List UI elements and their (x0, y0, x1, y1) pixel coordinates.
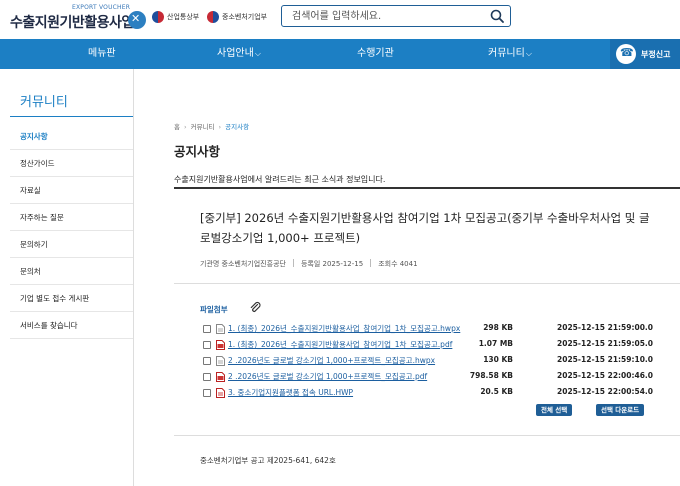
nav-item-label: 메뉴판 (88, 48, 116, 59)
attachments-label: 파일첨부 (200, 305, 228, 314)
main-nav: 메뉴판 사업안내⌵ 수행기관 커뮤니티⌵ 부정신고 (0, 39, 680, 69)
file-size: 298 KB (483, 323, 513, 332)
ministry-logo-mss[interactable]: 중소벤처기업부 (207, 11, 267, 23)
report-button[interactable]: 부정신고 (610, 39, 680, 69)
nav-item-label: 수행기관 (357, 48, 394, 59)
select-all-button[interactable]: 전체 선택 (536, 404, 573, 416)
post-date: 등록일 2025-12-15 (300, 260, 364, 268)
file-link[interactable]: 1. (최종)_2026년_수출지원기반활용사업_참여기업_1차_모집공고.pd… (228, 339, 452, 350)
search-input[interactable] (282, 6, 482, 26)
chevron-down-icon: ⌵ (254, 49, 261, 58)
page-title: 공지사항 (174, 144, 221, 159)
chevron-down-icon: ⌵ (525, 49, 532, 58)
file-checkbox[interactable] (203, 373, 211, 381)
post-meta: 기관명 중소벤처기업진흥공단 등록일 2025-12-15 조회수 4041 (200, 259, 418, 269)
meta-divider (174, 283, 680, 284)
file-date: 2025-12-15 21:59:00.0 (557, 323, 653, 332)
hwp-file-icon (216, 356, 225, 366)
top-header: EXPORT VOUCHER 수출지원기반활용사업 산업통상부 중소벤처기업부 (0, 0, 680, 39)
notice-number: 중소벤처기업부 공고 제2025-641, 642호 (200, 456, 336, 465)
breadcrumb-separator-icon: › (218, 123, 222, 131)
file-checkbox[interactable] (203, 341, 211, 349)
attachment-row: 2 .2026년도 글로벌 강소기업 1,000+프로젝트_모집공고.hwpx … (203, 355, 653, 368)
post-agency: 기관명 중소벤처기업진흥공단 (200, 260, 286, 268)
hwp-file-icon (216, 388, 225, 398)
paperclip-icon (250, 301, 261, 312)
file-link[interactable]: 1. (최종)_2026년_수출지원기반활용사업_참여기업_1차_모집공고.hw… (228, 323, 460, 334)
ministry-logo-motie[interactable]: 산업통상부 (152, 11, 199, 23)
sidebar-item-notice[interactable]: 공지사항 (10, 123, 133, 150)
logo-title: 수출지원기반활용사업 (10, 15, 134, 31)
breadcrumb-community[interactable]: 커뮤니티 (191, 123, 215, 131)
nav-item-business[interactable]: 사업안내⌵ (217, 39, 261, 69)
file-date: 2025-12-15 21:59:05.0 (557, 339, 653, 348)
phone-icon (616, 44, 636, 64)
pdf-file-icon (216, 340, 225, 350)
file-size: 130 KB (483, 355, 513, 364)
file-link[interactable]: 3. 중소기업지원플랫폼 접속 URL.HWP (228, 387, 353, 398)
attachment-row: 1. (최종)_2026년_수출지원기반활용사업_참여기업_1차_모집공고.hw… (203, 323, 653, 336)
breadcrumb: 홈 › 커뮤니티 › 공지사항 (174, 121, 249, 131)
attachment-row: 2 .2026년도 글로벌 강소기업 1,000+프로젝트_모집공고.pdf 7… (203, 371, 653, 384)
file-link[interactable]: 2 .2026년도 글로벌 강소기업 1,000+프로젝트_모집공고.pdf (228, 371, 427, 382)
sidebar-item-library[interactable]: 자료실 (10, 177, 133, 204)
breadcrumb-current: 공지사항 (225, 123, 250, 131)
sidebar-item-contact[interactable]: 문의처 (10, 258, 133, 285)
breadcrumb-home[interactable]: 홈 (174, 123, 180, 131)
file-checkbox[interactable] (203, 325, 211, 333)
nav-item-label: 사업안내 (217, 48, 254, 59)
file-checkbox[interactable] (203, 357, 211, 365)
nav-item-agency[interactable]: 수행기관 (357, 39, 394, 69)
post-title: [중기부] 2026년 수출지원기반활용사업 참여기업 1차 모집공고(중기부 … (200, 211, 650, 245)
search-box (281, 5, 511, 27)
file-size: 1.07 MB (478, 339, 513, 348)
ministry-label: 중소벤처기업부 (222, 13, 268, 21)
sidebar-item-find-service[interactable]: 서비스를 찾습니다 (10, 312, 133, 339)
taegeuk-icon (207, 11, 219, 23)
sidebar-divider (10, 116, 133, 117)
page-description: 수출지원기반활용사업에서 알려드리는 최근 소식과 정보입니다. (174, 175, 386, 184)
sidebar-title: 커뮤니티 (20, 95, 68, 110)
sidebar: 커뮤니티 공지사항 정산가이드 자료실 자주하는 질문 문의하기 문의처 기업 … (0, 69, 133, 486)
sidebar-item-settlement-guide[interactable]: 정산가이드 (10, 150, 133, 177)
file-checkbox[interactable] (203, 389, 211, 397)
breadcrumb-separator-icon: › (183, 123, 187, 131)
sidebar-menu: 공지사항 정산가이드 자료실 자주하는 질문 문의하기 문의처 기업 별도 접수… (10, 123, 133, 339)
download-selected-button[interactable]: 선택 다운로드 (596, 404, 645, 416)
ministry-label: 산업통상부 (167, 13, 200, 21)
attachment-row: 1. (최종)_2026년_수출지원기반활용사업_참여기업_1차_모집공고.pd… (203, 339, 653, 352)
search-icon[interactable] (490, 9, 504, 23)
sidebar-border (133, 69, 134, 486)
sidebar-item-company-board[interactable]: 기업 별도 접수 게시판 (10, 285, 133, 312)
pdf-file-icon (216, 372, 225, 382)
logo-subtitle: EXPORT VOUCHER (72, 4, 131, 11)
footer-divider (174, 435, 680, 436)
nav-item-label: 커뮤니티 (488, 48, 525, 59)
file-date: 2025-12-15 22:00:54.0 (557, 387, 653, 396)
file-size: 798.58 KB (469, 371, 513, 380)
logo-emblem-icon (128, 11, 146, 29)
sidebar-item-inquiry[interactable]: 문의하기 (10, 231, 133, 258)
taegeuk-icon (152, 11, 164, 23)
post-views: 조회수 4041 (378, 260, 418, 268)
meta-separator (370, 259, 372, 267)
file-size: 20.5 KB (480, 387, 513, 396)
file-date: 2025-12-15 22:00:46.0 (557, 371, 653, 380)
attachment-row: 3. 중소기업지원플랫폼 접속 URL.HWP 20.5 KB 2025-12-… (203, 387, 653, 400)
file-date: 2025-12-15 21:59:10.0 (557, 355, 653, 364)
nav-item-menu[interactable]: 메뉴판 (88, 39, 116, 69)
sidebar-item-faq[interactable]: 자주하는 질문 (10, 204, 133, 231)
file-link[interactable]: 2 .2026년도 글로벌 강소기업 1,000+프로젝트_모집공고.hwpx (228, 355, 435, 366)
nav-item-community[interactable]: 커뮤니티⌵ (488, 39, 532, 69)
report-label: 부정신고 (641, 49, 671, 59)
title-divider (174, 187, 680, 189)
meta-separator (292, 259, 294, 267)
hwp-file-icon (216, 324, 225, 334)
